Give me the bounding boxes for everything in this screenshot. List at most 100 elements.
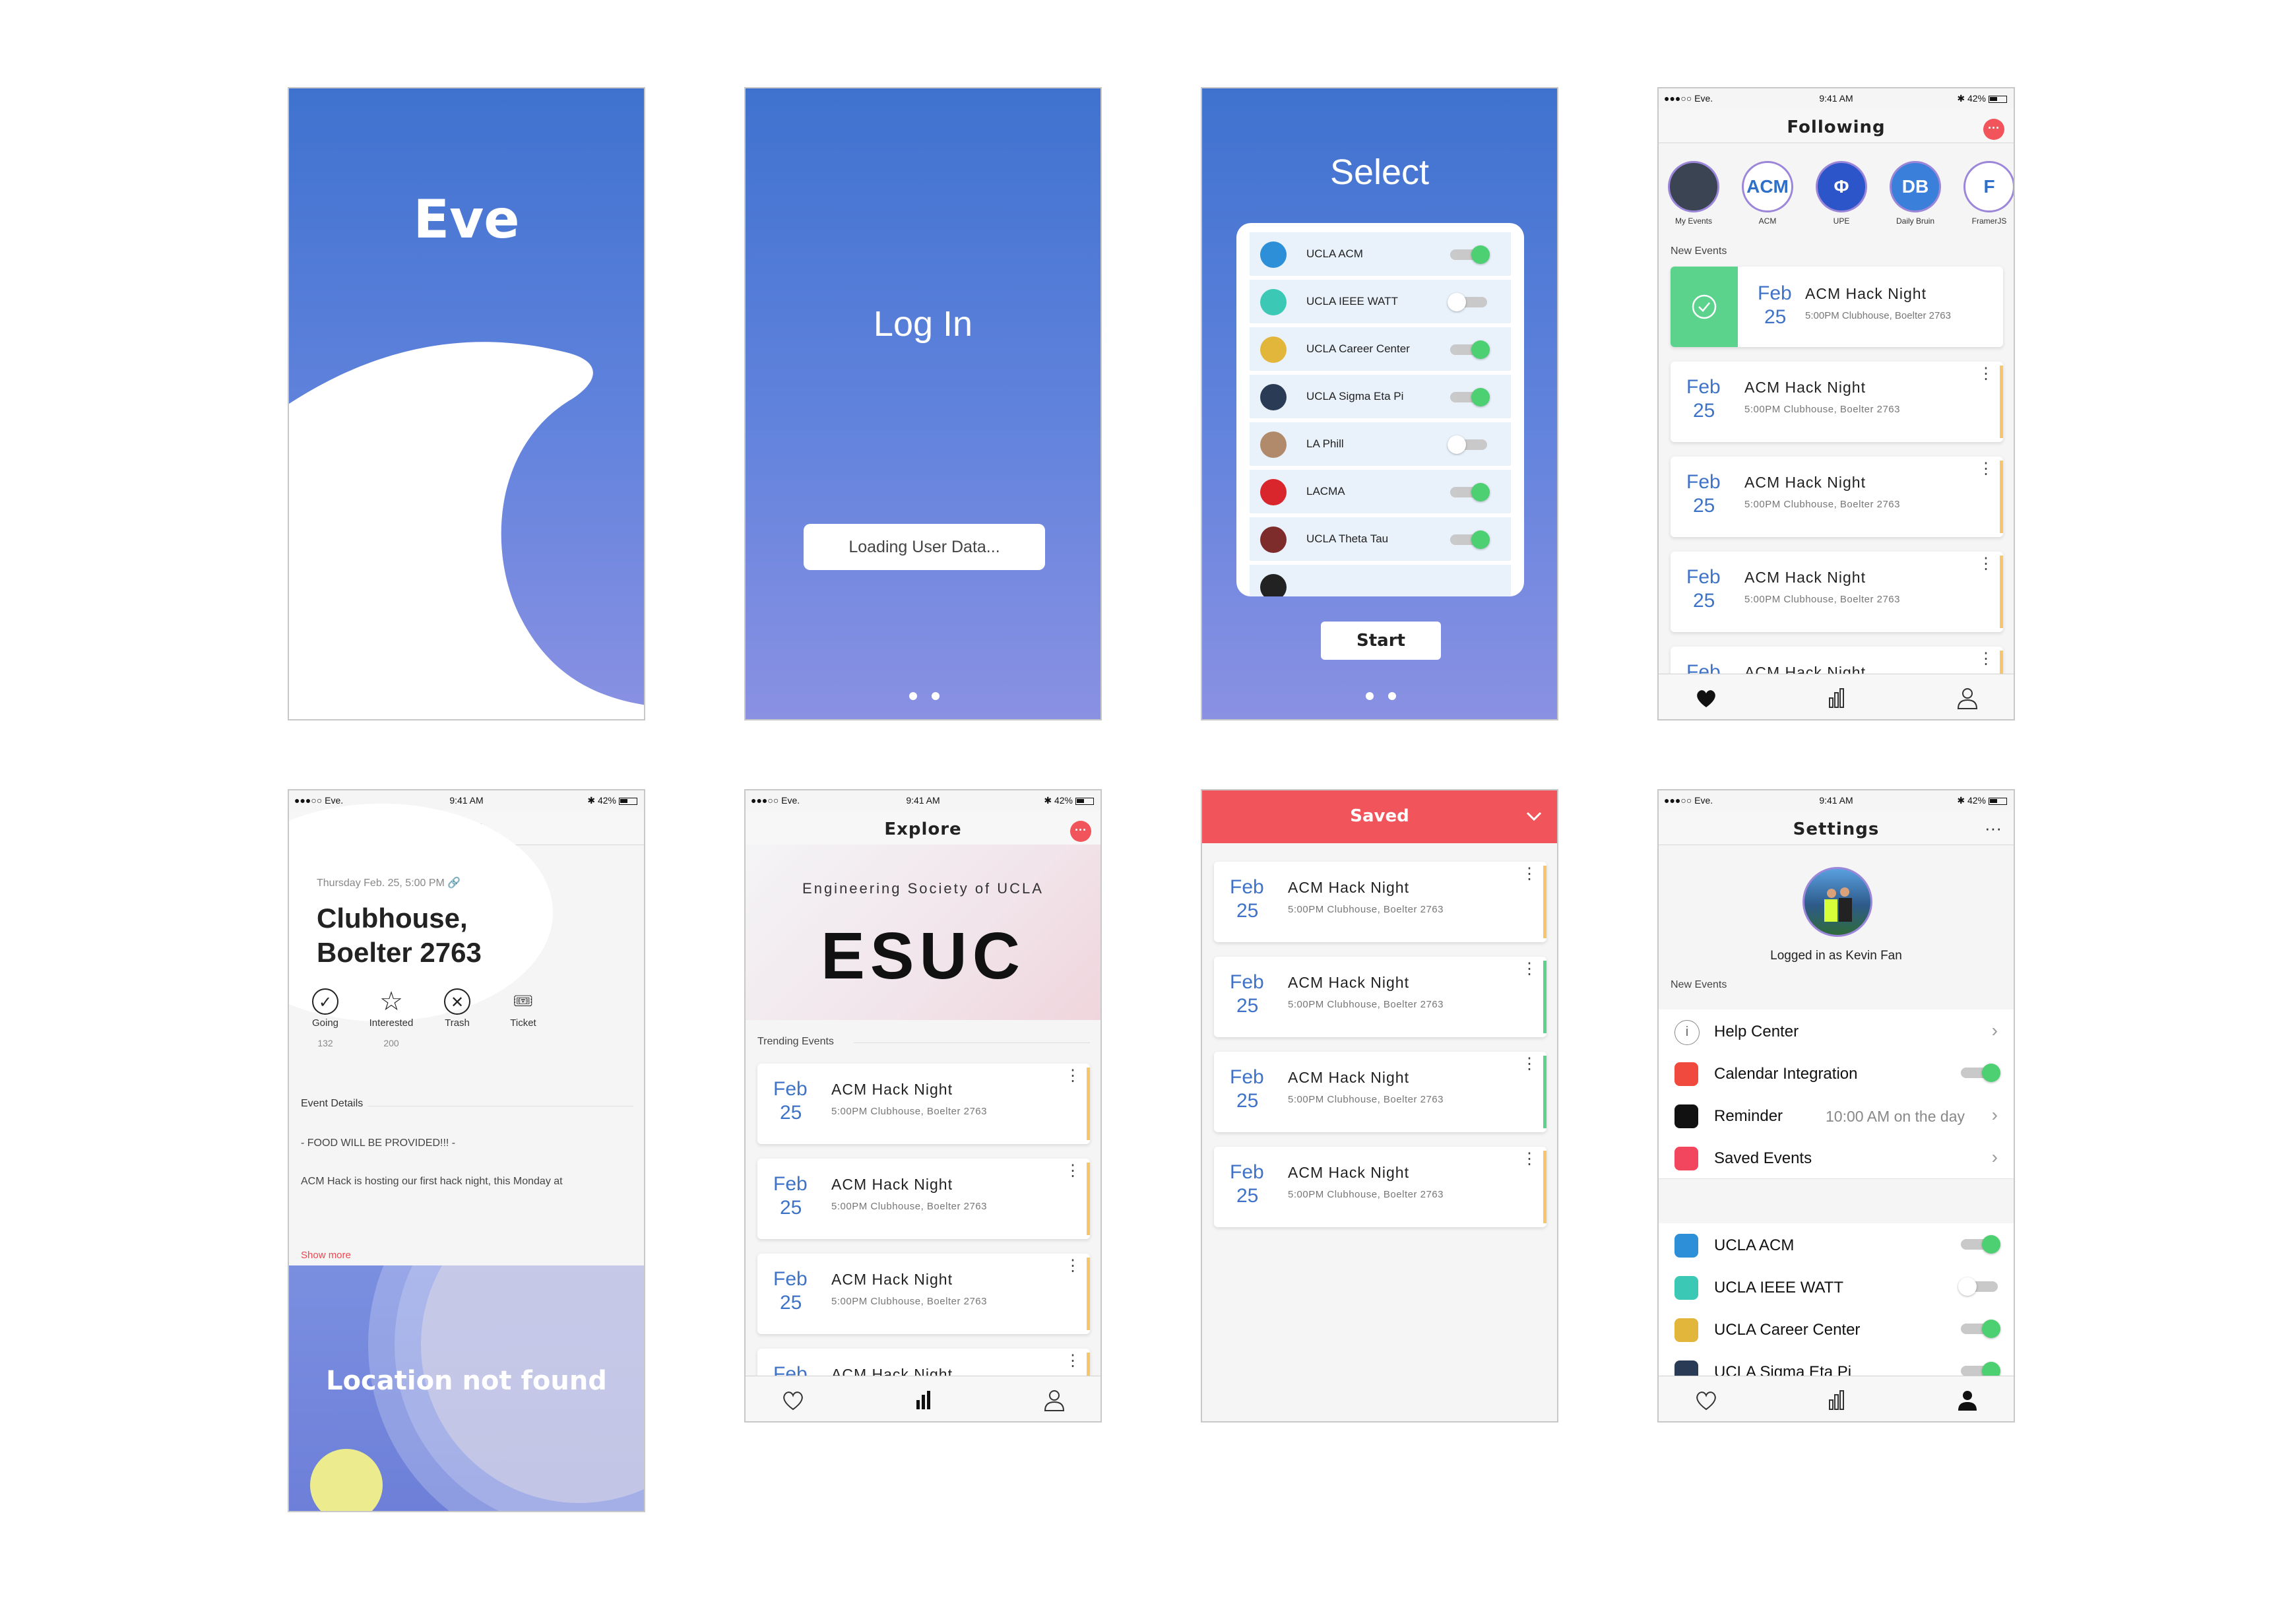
user-icon[interactable] xyxy=(1041,1387,1068,1413)
page-title: Saved xyxy=(1350,806,1409,826)
org-toggle[interactable] xyxy=(1450,530,1490,549)
event-title: ACM Hack Night xyxy=(1744,379,1866,396)
more-vertical-icon[interactable]: ⋮ xyxy=(1521,961,1537,977)
event-day: 25 xyxy=(1236,1185,1259,1207)
settings-row[interactable]: i Help Center › xyxy=(1659,1009,2014,1052)
heart-icon[interactable] xyxy=(1693,1387,1719,1413)
more-button[interactable]: ··· xyxy=(1070,821,1091,842)
org-row[interactable]: UCLA IEEE WATT xyxy=(1250,280,1511,325)
more-vertical-icon[interactable]: ⋮ xyxy=(1065,1258,1081,1274)
story-item[interactable]: DB Daily Bruin xyxy=(1887,161,1944,226)
chart-icon[interactable] xyxy=(1824,685,1850,711)
story-item[interactable]: F FramerJS xyxy=(1961,161,2014,226)
org-name: UCLA Career Center xyxy=(1306,342,1410,355)
user-filled-icon[interactable] xyxy=(1954,1387,1981,1413)
org-row[interactable]: UCLA ACM xyxy=(1250,232,1511,277)
settings-row[interactable]: Reminder 10:00 AM on the day › xyxy=(1659,1094,2014,1137)
user-icon[interactable] xyxy=(1954,685,1981,711)
more-vertical-icon[interactable]: ⋮ xyxy=(1521,1151,1537,1167)
org-name: UCLA IEEE WATT xyxy=(1306,295,1398,307)
org-toggle[interactable] xyxy=(1450,388,1490,406)
card-accent xyxy=(2000,556,2003,628)
org-logo-icon xyxy=(1674,1276,1698,1300)
status-bar: ●●●○○ Eve. 9:41 AM ✱ 42% xyxy=(1659,88,2014,108)
chevron-down-icon[interactable] xyxy=(1524,806,1544,826)
action-going[interactable]: ✓ Going 132 xyxy=(296,988,355,1048)
org-row[interactable]: UCLA IEEE WATT xyxy=(1659,1265,2014,1308)
action-trash[interactable]: ✕ Trash xyxy=(428,988,487,1038)
org-toggle[interactable] xyxy=(1961,1320,2000,1338)
more-vertical-icon[interactable]: ⋮ xyxy=(1065,1068,1081,1084)
tab-bar xyxy=(1659,1376,2014,1421)
org-row[interactable]: UCLA Career Center xyxy=(1250,327,1511,372)
settings-row[interactable]: Calendar Integration xyxy=(1659,1052,2014,1095)
event-card[interactable]: Feb25 ACM Hack Night 5:00PM Clubhouse, Boe… xyxy=(1214,1147,1547,1227)
org-row[interactable]: UCLA Career Center xyxy=(1659,1308,2014,1351)
org-row[interactable]: UCLA ACM xyxy=(1659,1223,2014,1266)
event-title: ACM Hack Night xyxy=(1805,285,1927,302)
food-note: - FOOD WILL BE PROVIDED!!! - xyxy=(301,1137,456,1149)
event-card[interactable]: Feb25 ACM Hack Night 5:00PM Clubhouse, Boe… xyxy=(1671,457,2003,537)
show-more-link[interactable]: Show more xyxy=(301,1250,351,1261)
loading-button[interactable]: Loading User Data... xyxy=(804,524,1045,570)
status-bar: ●●●○○ Eve. 9:41 AM ✱ 42% xyxy=(1659,790,2014,810)
more-vertical-icon[interactable]: ⋮ xyxy=(1521,866,1537,882)
event-card[interactable]: Feb25 ACM Hack Night 5:00PM Clubhouse, Boe… xyxy=(757,1064,1090,1144)
story-label: Daily Bruin xyxy=(1896,216,1935,226)
story-item[interactable]: Φ UPE xyxy=(1813,161,1870,226)
event-detail-screen: ●●●○○ Eve. 9:41 AM ✱ 42% ACM Thursday Fe… xyxy=(288,789,645,1512)
section-header: Trending Events xyxy=(757,1036,834,1047)
org-toggle[interactable] xyxy=(1448,435,1487,454)
more-vertical-icon[interactable]: ⋮ xyxy=(1978,366,1994,382)
more-vertical-icon[interactable]: ⋮ xyxy=(1978,556,1994,572)
chart-icon[interactable] xyxy=(1824,1387,1850,1413)
story-avatar-glyph xyxy=(1670,163,1717,210)
more-button[interactable]: ··· xyxy=(1985,818,2002,839)
event-card[interactable]: Feb25 ACM Hack Night 5:00PM Clubhouse, Boe… xyxy=(757,1159,1090,1239)
event-month: Feb xyxy=(1686,471,1721,493)
event-card[interactable]: Feb25 ACM Hack Night 5:00PM Clubhouse, Boe… xyxy=(1214,1052,1547,1132)
org-row[interactable]: UCLA Theta Tau xyxy=(1250,517,1511,562)
org-toggle[interactable] xyxy=(1450,483,1490,501)
more-vertical-icon[interactable]: ⋮ xyxy=(1978,651,1994,667)
action-ticket[interactable]: 🎟 Ticket xyxy=(494,988,553,1038)
org-toggle[interactable] xyxy=(1448,293,1487,311)
org-toggle[interactable] xyxy=(1450,245,1490,264)
org-row[interactable]: UCLA Sigma Eta Pi xyxy=(1250,375,1511,420)
chart-filled-icon[interactable] xyxy=(910,1387,937,1413)
heart-icon[interactable] xyxy=(780,1387,806,1413)
event-card[interactable]: Feb25 ACM Hack Night 5:00PM Clubhouse, Boe… xyxy=(757,1254,1090,1334)
start-button[interactable]: Start xyxy=(1321,622,1441,660)
event-card-going[interactable]: Feb 25 ACM Hack Night 5:00PM Clubhouse, … xyxy=(1671,267,2003,347)
more-vertical-icon[interactable]: ⋮ xyxy=(1065,1163,1081,1179)
org-toggle[interactable] xyxy=(1958,1277,1998,1296)
event-card[interactable]: Feb25 ACM Hack Night 5:00PM Clubhouse, Boe… xyxy=(1214,957,1547,1037)
story-label: FramerJS xyxy=(1971,216,2007,226)
story-item[interactable]: My Events xyxy=(1665,161,1722,226)
featured-banner[interactable]: Engineering Society of UCLA ESUC xyxy=(746,845,1100,1020)
org-toggle[interactable] xyxy=(1961,1362,2000,1380)
org-row[interactable]: LA Phill xyxy=(1250,422,1511,467)
more-button[interactable]: ··· xyxy=(1983,119,2004,140)
org-toggle[interactable] xyxy=(1961,1235,2000,1254)
story-item[interactable]: ACM ACM xyxy=(1739,161,1796,226)
link-icon[interactable]: 🔗 xyxy=(447,878,461,889)
event-card[interactable]: Feb25 ACM Hack Night 5:00PM Clubhouse, Boe… xyxy=(1671,362,2003,442)
heart-filled-icon[interactable] xyxy=(1693,685,1719,711)
event-card[interactable]: Feb25 ACM Hack Night 5:00PM Clubhouse, Boe… xyxy=(1214,862,1547,942)
org-row[interactable]: LACMA xyxy=(1250,470,1511,515)
more-vertical-icon[interactable]: ⋮ xyxy=(1521,1056,1537,1072)
org-list-panel[interactable]: UCLA ACM UCLA IEEE WATT UCLA Career Center… xyxy=(1236,223,1524,596)
event-subtitle: 5:00PM Clubhouse, Boelter 2763 xyxy=(1744,594,1900,605)
nav-bar: Following ··· xyxy=(1659,108,2014,143)
org-toggle[interactable] xyxy=(1450,340,1490,359)
settings-row[interactable]: Saved Events › xyxy=(1659,1136,2014,1179)
event-card[interactable]: Feb25 ACM Hack Night 5:00PM Clubhouse, Boe… xyxy=(1671,552,2003,632)
calendar-toggle[interactable] xyxy=(1961,1064,2000,1082)
org-row xyxy=(1250,565,1511,596)
avatar[interactable] xyxy=(1802,867,1872,937)
more-vertical-icon[interactable]: ⋮ xyxy=(1065,1353,1081,1369)
more-vertical-icon[interactable]: ⋮ xyxy=(1978,461,1994,477)
settings-value: 10:00 AM on the day xyxy=(1826,1108,1965,1125)
action-interested[interactable]: ☆ Interested 200 xyxy=(362,988,421,1048)
